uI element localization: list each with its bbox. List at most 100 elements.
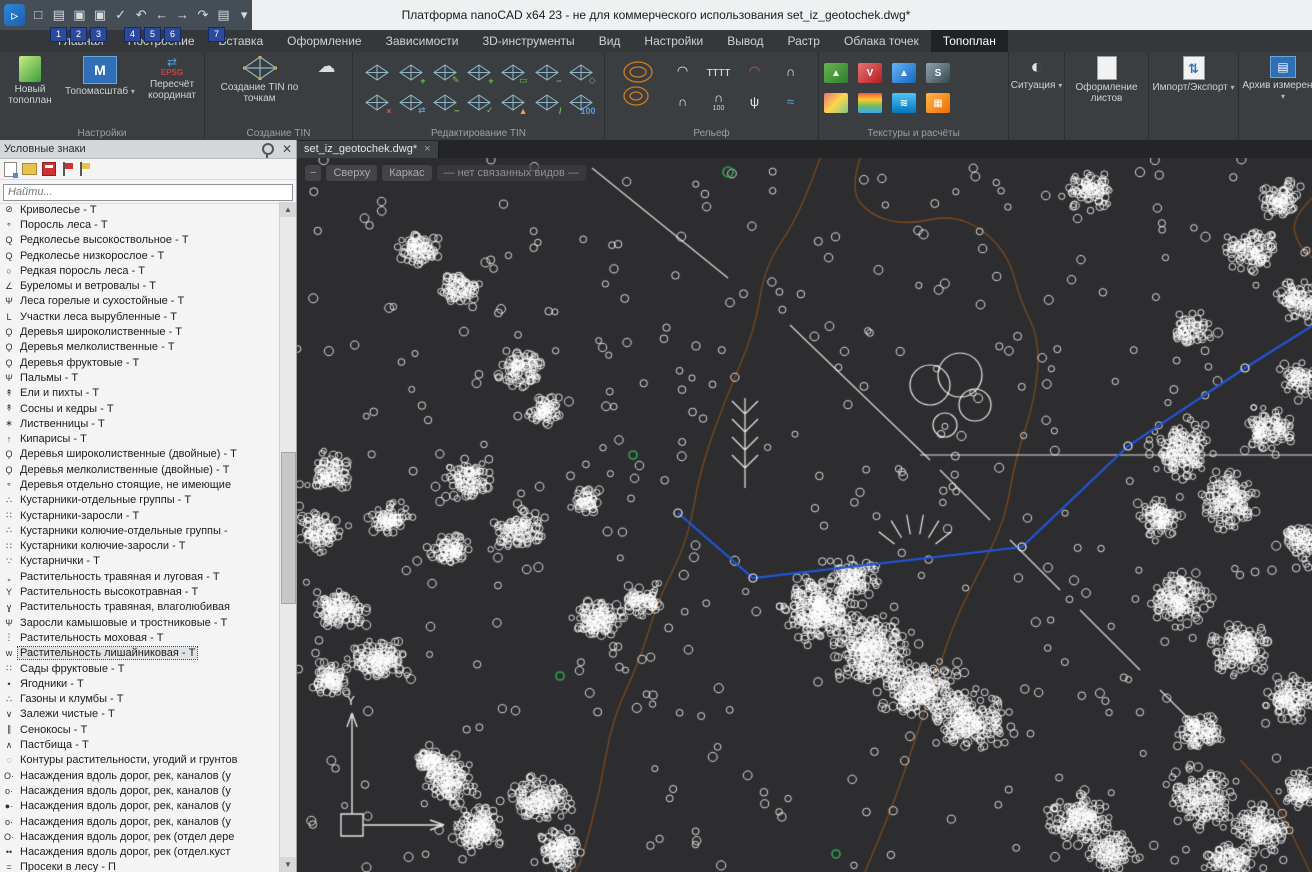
tab-Вид[interactable]: Вид	[587, 30, 633, 52]
tin-delete-point-icon[interactable]: ×	[360, 87, 394, 117]
tooth-100-icon[interactable]: ∩100	[704, 88, 734, 114]
legend-scrollbar[interactable]: ▲ ▼	[279, 202, 296, 872]
tab-Растр[interactable]: Растр	[776, 30, 832, 52]
legend-item[interactable]: ∴Кустарники колючие-отдельные группы -	[0, 523, 281, 538]
rainbow-arc-icon[interactable]: ◠	[740, 58, 770, 84]
relief-curve-icon[interactable]: ◠	[668, 58, 698, 84]
nanocad-logo-icon[interactable]: ▹	[4, 4, 25, 26]
tab-Настройки[interactable]: Настройки	[632, 30, 715, 52]
tin-split-icon[interactable]: /	[530, 87, 564, 117]
legend-item[interactable]: „Растительность травяная и луговая - Т	[0, 569, 281, 584]
legend-item[interactable]: •Ягодники - Т	[0, 676, 281, 691]
legend-item[interactable]: QРедколесье низкорослое - Т	[0, 248, 281, 263]
legend-item[interactable]: o·Насаждения вдоль дорог, рек, каналов (…	[0, 814, 281, 829]
viewport-visual-style-button[interactable]: Каркас	[382, 165, 431, 181]
legend-item[interactable]: ϘДеревья широколиственные (двойные) - Т	[0, 447, 281, 462]
situation-button[interactable]: ◐ Ситуация ▾	[1011, 56, 1063, 91]
legend-item[interactable]: ∨Залежи чистые - Т	[0, 707, 281, 722]
legend-item[interactable]: ΨЛеса горелые и сухостойные - Т	[0, 294, 281, 309]
section-icon[interactable]: S	[926, 63, 950, 83]
legend-item[interactable]: YРастительность высокотравная - Т	[0, 584, 281, 599]
legend-item[interactable]: ⊘Криволесье - Т	[0, 202, 281, 217]
tooth-2-icon[interactable]: ∩	[668, 88, 698, 114]
waves-icon[interactable]: ≈	[776, 88, 806, 114]
legend-item[interactable]: O·Насаждения вдоль дорог, рек (отдел дер…	[0, 829, 281, 844]
close-tab-icon[interactable]: ×	[424, 141, 430, 158]
legend-item[interactable]: ∠Буреломы и ветровалы - Т	[0, 278, 281, 293]
close-panel-icon[interactable]: ✕	[282, 143, 292, 155]
legend-item[interactable]: ↟Ели и пихты - Т	[0, 386, 281, 401]
tooth-1-icon[interactable]: ∩	[776, 58, 806, 84]
contours-icon[interactable]	[615, 56, 661, 112]
legend-item[interactable]: ∵Кустарнички - Т	[0, 554, 281, 569]
new-symbol-icon[interactable]	[4, 162, 17, 177]
legend-item[interactable]: ΨЗаросли камышовые и тростниковые - Т	[0, 615, 281, 630]
legend-item[interactable]: ∗Лиственницы - Т	[0, 416, 281, 431]
viewport-view-button[interactable]: Сверху	[326, 165, 377, 181]
hatch-ticks-icon[interactable]: тттт	[704, 58, 734, 84]
redo-icon[interactable]: ↷	[195, 4, 211, 26]
legend-item[interactable]: ↟Сосны и кедры - Т	[0, 401, 281, 416]
legend-item[interactable]: o·Насаждения вдоль дорог, рек, каналов (…	[0, 783, 281, 798]
tin-100-icon[interactable]: 100	[564, 87, 598, 117]
save-all-icon[interactable]: ▣	[92, 4, 108, 26]
scrollbar-thumb[interactable]	[281, 452, 296, 604]
legend-item[interactable]: =Просеки в лесу - П	[0, 860, 281, 872]
search-input[interactable]	[3, 184, 293, 201]
tin-merge-icon[interactable]: ◇	[564, 57, 598, 87]
new-topoplan-button[interactable]: Новый топоплан	[1, 56, 59, 106]
scroll-down-icon[interactable]: ▼	[280, 857, 296, 872]
sheet-layout-button[interactable]: Оформление листов	[1068, 56, 1146, 104]
undo-icon[interactable]: ↶	[133, 4, 149, 26]
pin-icon[interactable]	[262, 143, 274, 155]
legend-item[interactable]: O·Насаждения вдоль дорог, рек, каналов (…	[0, 768, 281, 783]
legend-item[interactable]: ɣРастительность травяная, влаголюбивая	[0, 600, 281, 615]
tab-3D-инструменты[interactable]: 3D-инструменты	[470, 30, 586, 52]
open-file-icon[interactable]: ▤	[51, 4, 67, 26]
legend-item[interactable]: ∘Деревья отдельно стоящие, не имеющие	[0, 477, 281, 492]
legend-item[interactable]: ∷Кустарники колючие-заросли - Т	[0, 539, 281, 554]
legend-item[interactable]: ϘДеревья мелколиственные - Т	[0, 340, 281, 355]
tin-from-cloud-button[interactable]: ☁	[310, 56, 344, 104]
document-tab[interactable]: set_iz_geotochek.dwg* ×	[297, 141, 439, 158]
tin-smooth-icon[interactable]: ~	[428, 87, 462, 117]
legend-item[interactable]: ∷Сады фруктовые - Т	[0, 661, 281, 676]
tin-add-edge-icon[interactable]: +	[462, 57, 496, 87]
tin-add-point-icon[interactable]: +	[394, 57, 428, 87]
recalc-coordinates-button[interactable]: ⇄ EPSG Пересчёт координат	[141, 56, 203, 106]
legend-item[interactable]: ⋮Растительность моховая - Т	[0, 630, 281, 645]
legend-item[interactable]: ∴Кустарники-отдельные группы - Т	[0, 493, 281, 508]
red-flag-icon[interactable]	[61, 162, 73, 176]
tin-rebuild-icon[interactable]	[360, 57, 394, 87]
legend-item[interactable]: ●·Насаждения вдоль дорог, рек, каналов (…	[0, 799, 281, 814]
relief-colored-icon[interactable]	[858, 93, 882, 113]
tab-Вывод[interactable]: Вывод	[715, 30, 775, 52]
save-icon[interactable]: ▣	[72, 4, 88, 26]
grid-table-icon[interactable]: ▦	[926, 93, 950, 113]
yellow-flag-icon[interactable]	[78, 162, 90, 176]
tin-flip-edge-icon[interactable]: ⇄	[394, 87, 428, 117]
plot-icon[interactable]: ▤	[216, 4, 232, 26]
legend-item[interactable]: ∴Газоны и клумбы - Т	[0, 692, 281, 707]
tin-edit-point-icon[interactable]: ✎	[428, 57, 462, 87]
legend-item[interactable]: ••Насаждения вдоль дорог, рек (отдел.кус…	[0, 844, 281, 859]
legend-item[interactable]: ϘДеревья фруктовые - Т	[0, 355, 281, 370]
volumes-icon[interactable]: V	[858, 63, 882, 83]
legend-item[interactable]: wРастительность лишайниковая - Т	[0, 646, 281, 661]
new-file-icon[interactable]: □	[30, 4, 46, 26]
legend-item[interactable]: ∘Поросль леса - Т	[0, 217, 281, 232]
slope-rays-icon[interactable]: ψ	[740, 88, 770, 114]
layers-icon[interactable]: ≋	[892, 93, 916, 113]
import-export-button[interactable]: ⇅ Импорт/Экспорт ▾	[1152, 56, 1236, 93]
tab-Оформление[interactable]: Оформление	[275, 30, 373, 52]
legend-item[interactable]: ◌Контуры растительности, угодий и грунто…	[0, 753, 281, 768]
legend-item[interactable]: ○Редкая поросль леса - Т	[0, 263, 281, 278]
tin-boundary-icon[interactable]: ▭	[496, 57, 530, 87]
create-tin-by-points-button[interactable]: Создание TIN по точкам	[214, 56, 306, 104]
open-classifier-icon[interactable]	[22, 163, 37, 175]
surface-up-icon[interactable]: ▲	[824, 63, 848, 83]
tin-check-icon[interactable]: ✓	[462, 87, 496, 117]
mountains-icon[interactable]: ▲	[892, 63, 916, 83]
viewport-collapse-button[interactable]: −	[305, 165, 321, 181]
tin-hole-icon[interactable]: −	[530, 57, 564, 87]
